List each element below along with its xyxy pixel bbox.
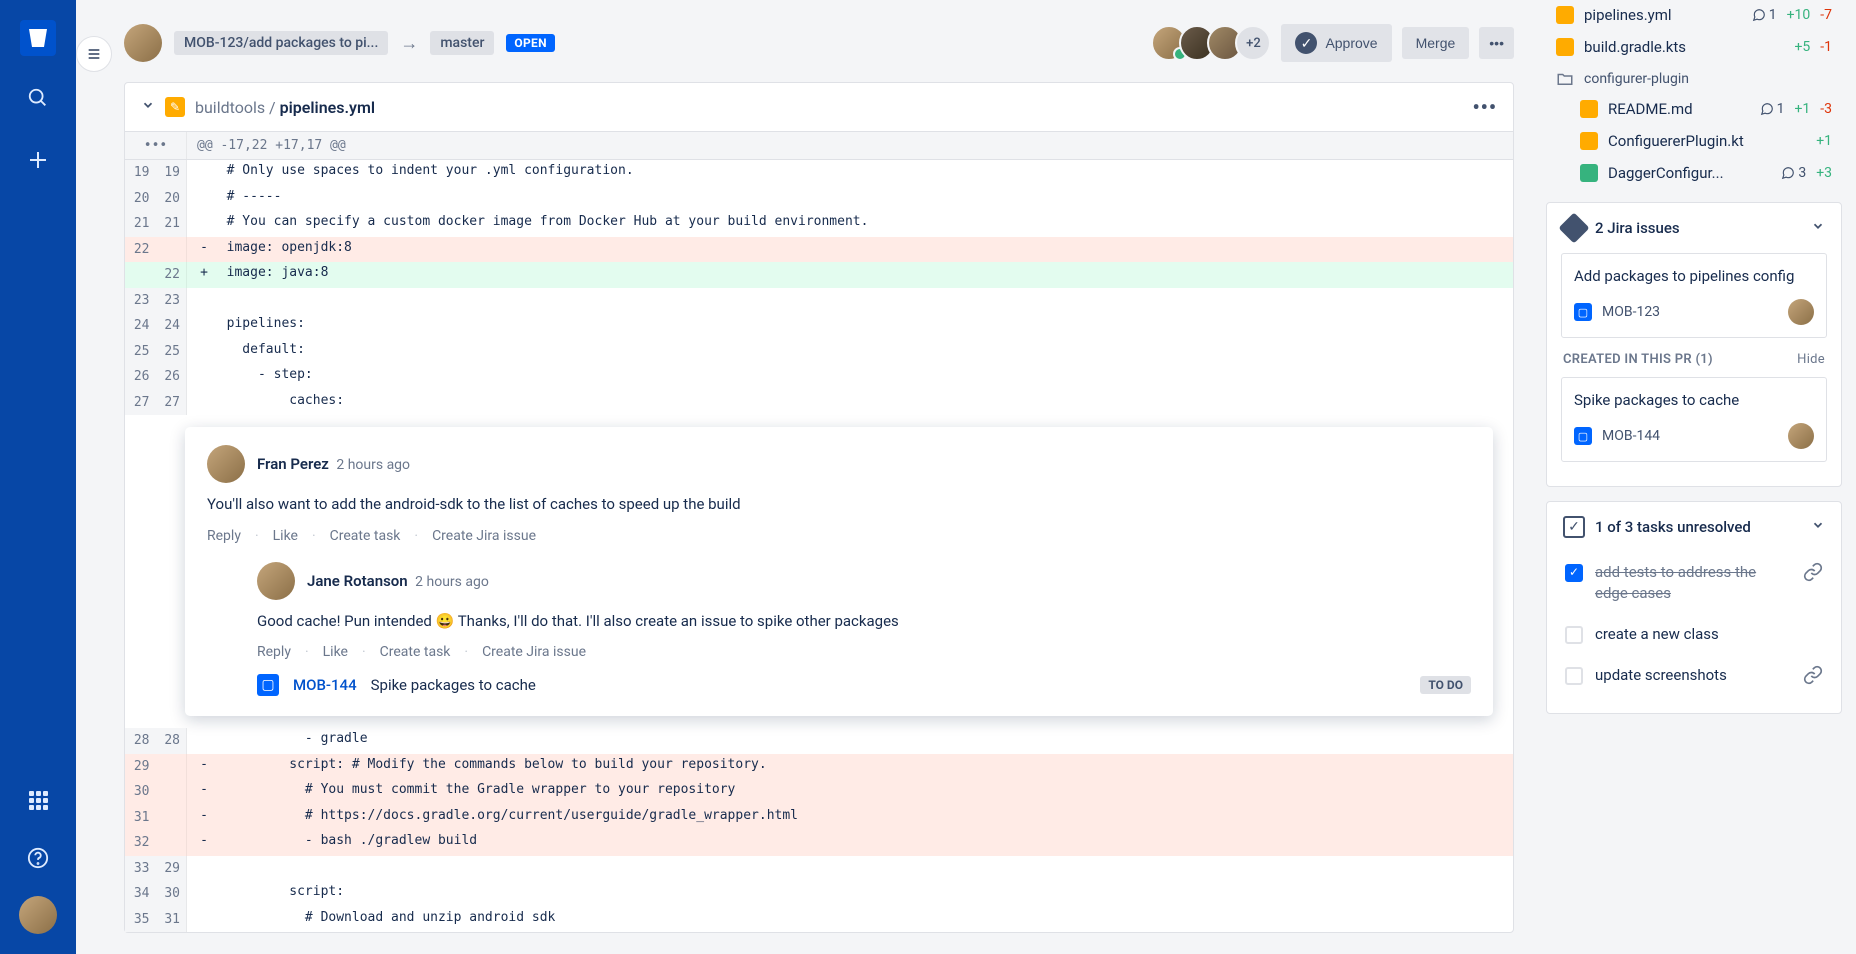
file-tree-item[interactable]: README.md1+1-3 [1570,94,1842,124]
comment-body: You'll also want to add the android-sdk … [207,493,1471,516]
arrow-icon: → [400,33,418,54]
create-task-button[interactable]: Create task [380,644,451,660]
chevron-down-icon [1811,219,1825,237]
file-modified-icon: ✎ [165,97,185,117]
diff-line[interactable]: 30- # You must commit the Gradle wrapper… [125,779,1513,805]
reviewer-avatars[interactable]: +2 [1151,25,1271,61]
folder-item[interactable]: configurer-plugin [1546,64,1842,94]
author-avatar [124,24,162,62]
link-icon[interactable] [1803,562,1823,586]
jira-panel-header[interactable]: 2 Jira issues [1547,203,1841,253]
collapse-file-icon[interactable] [141,98,155,116]
task-item: add tests to address the edge cases [1561,552,1827,614]
create-jira-button[interactable]: Create Jira issue [432,528,536,544]
comment-author[interactable]: Fran Perez [257,455,329,473]
user-avatar[interactable] [19,896,57,934]
like-button[interactable]: Like [273,528,298,544]
checkbox-icon: ✓ [1563,516,1585,538]
comment-avatar [207,445,245,483]
expand-hunk-icon[interactable]: ••• [125,132,187,159]
file-tree-item[interactable]: pipelines.yml1+10-7 [1546,0,1842,30]
comment-author[interactable]: Jane Rotanson [307,572,408,590]
bitbucket-logo[interactable] [20,20,56,56]
created-in-pr-label: CREATED IN THIS PR (1) [1563,352,1713,367]
diff-line[interactable]: 32- - bash ./gradlew build [125,830,1513,856]
file-tree-item[interactable]: build.gradle.kts+5-1 [1546,32,1842,62]
diff-line[interactable]: 2626 - step: [125,364,1513,390]
diff-line[interactable]: 22+ image: java:8 [125,262,1513,288]
status-badge: OPEN [506,34,554,52]
diff-line[interactable]: 2727 caches: [125,390,1513,416]
diff-line[interactable]: 2525 default: [125,339,1513,365]
jira-icon: ▢ [1574,303,1592,321]
like-button[interactable]: Like [323,644,348,660]
reply-button[interactable]: Reply [257,644,291,660]
comment-time: 2 hours ago [415,574,489,590]
help-icon[interactable] [18,838,58,878]
diff-line[interactable]: 1919 # Only use spaces to indent your .y… [125,160,1513,186]
diff-line[interactable]: 2121 # You can specify a custom docker i… [125,211,1513,237]
diff-line[interactable]: 29- script: # Modify the commands below … [125,754,1513,780]
link-icon[interactable] [1803,665,1823,689]
task-item: update screenshots [1561,655,1827,699]
issue-key[interactable]: MOB-144 [293,676,357,694]
merge-button[interactable]: Merge [1402,27,1470,59]
file-tree-item[interactable]: DaggerConfigur...3+3 [1570,158,1842,188]
create-jira-button[interactable]: Create Jira issue [482,644,586,660]
task-checkbox[interactable] [1565,626,1583,644]
jira-icon: ▢ [1574,427,1592,445]
diff-line[interactable]: 2323 [125,288,1513,314]
hide-button[interactable]: Hide [1797,352,1825,367]
diff-line[interactable]: 3329 [125,856,1513,882]
jira-diamond-icon [1558,212,1589,243]
diff-line[interactable]: 2424 pipelines: [125,313,1513,339]
issue-title: Spike packages to cache [371,676,1407,694]
create-task-button[interactable]: Create task [330,528,401,544]
approve-button[interactable]: ✓ Approve [1281,24,1391,62]
comment-time: 2 hours ago [336,457,410,473]
source-branch[interactable]: MOB-123/add packages to pi... [174,31,388,55]
file-path: buildtools / pipelines.yml [195,98,375,117]
collapse-sidebar-button[interactable] [76,36,112,72]
task-checkbox[interactable] [1565,564,1583,582]
assignee-avatar [1788,423,1814,449]
check-icon: ✓ [1295,32,1317,54]
reply-button[interactable]: Reply [207,528,241,544]
comment-body: Good cache! Pun intended 😀 Thanks, I'll … [257,610,1471,633]
diff-line[interactable]: 2828 - gradle [125,728,1513,754]
file-tree-item[interactable]: ConfiguererPlugin.kt+1 [1570,126,1842,156]
diff-line[interactable]: 2020 # ----- [125,186,1513,212]
diff-line[interactable]: 31- # https://docs.gradle.org/current/us… [125,805,1513,831]
hunk-info: @@ -17,22 +17,17 @@ [187,132,356,159]
target-branch[interactable]: master [430,31,494,55]
diff-line[interactable]: 22- image: openjdk:8 [125,237,1513,263]
diff-line[interactable]: 3430 script: [125,881,1513,907]
jira-icon: ▢ [257,674,279,696]
more-actions-button[interactable]: ••• [1479,27,1514,59]
task-item: create a new class [1561,614,1827,655]
search-icon[interactable] [18,78,58,118]
jira-issue-card[interactable]: Spike packages to cache ▢ MOB-144 [1561,377,1827,462]
chevron-down-icon [1811,518,1825,536]
assignee-avatar [1788,299,1814,325]
apps-icon[interactable] [18,780,58,820]
tasks-panel-header[interactable]: ✓ 1 of 3 tasks unresolved [1547,502,1841,552]
diff-line[interactable]: 3531 # Download and unzip android sdk [125,907,1513,933]
comment-avatar [257,562,295,600]
task-checkbox[interactable] [1565,667,1583,685]
jira-issue-card[interactable]: Add packages to pipelines config ▢ MOB-1… [1561,253,1827,338]
file-more-icon[interactable]: ••• [1472,95,1497,119]
add-icon[interactable] [18,140,58,180]
issue-status: TO DO [1420,676,1471,694]
